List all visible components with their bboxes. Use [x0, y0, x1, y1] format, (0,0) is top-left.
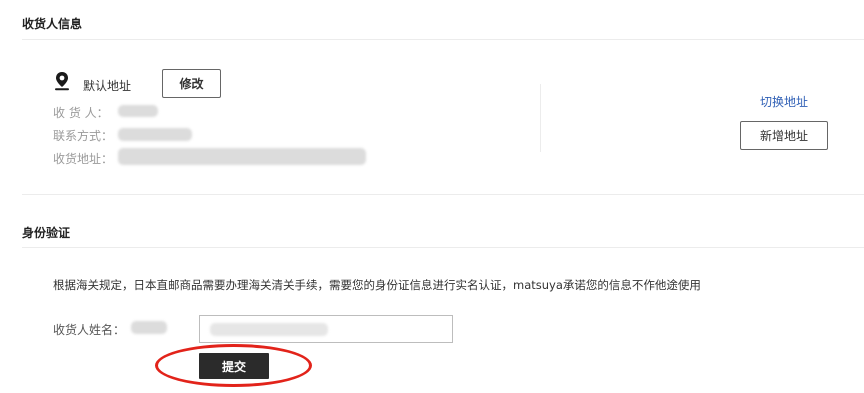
- contact-value-redacted: [118, 128, 192, 141]
- receiver-name-input[interactable]: [199, 315, 453, 343]
- consignee-label: 收 货 人：: [53, 106, 109, 120]
- vertical-divider: [540, 84, 541, 152]
- add-address-button[interactable]: 新增地址: [740, 121, 828, 150]
- receiver-name-label: 收货人姓名：: [53, 323, 126, 337]
- edit-button[interactable]: 修改: [162, 69, 221, 98]
- identity-section-title: 身份验证: [22, 226, 71, 240]
- input-value-redacted: [210, 323, 328, 336]
- section-divider: [22, 194, 864, 195]
- section-divider: [22, 247, 864, 248]
- section-divider: [22, 39, 864, 40]
- consignee-section-title: 收货人信息: [22, 17, 83, 31]
- address-value-redacted: [118, 148, 366, 165]
- receiver-name-redacted: [131, 321, 167, 334]
- customs-notice: 根据海关规定，日本直邮商品需要办理海关清关手续，需要您的身份证信息进行实名认证，…: [53, 278, 701, 292]
- consignee-value-redacted: [118, 105, 158, 117]
- location-pin-icon: [53, 71, 71, 91]
- submit-button[interactable]: 提交: [199, 353, 269, 379]
- default-address-label: 默认地址: [83, 79, 132, 93]
- switch-address-link[interactable]: 切换地址: [760, 93, 808, 110]
- address-label: 收货地址：: [53, 152, 114, 166]
- contact-label: 联系方式：: [53, 129, 114, 143]
